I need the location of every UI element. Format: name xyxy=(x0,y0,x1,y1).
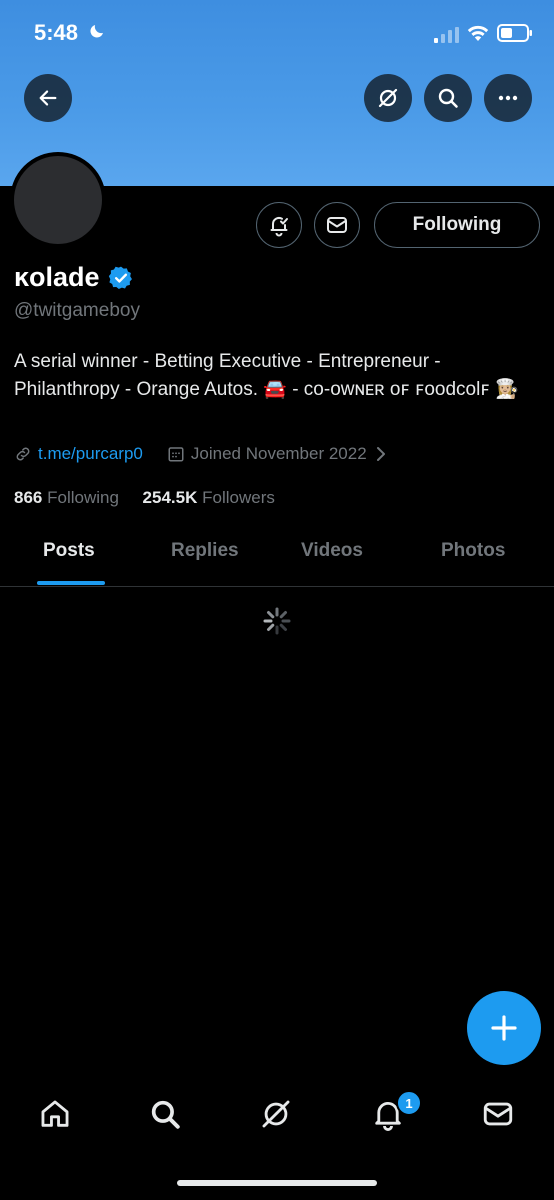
message-button[interactable] xyxy=(314,202,360,248)
active-tab-indicator xyxy=(37,581,105,585)
bio: A serial winner - Betting Executive - En… xyxy=(14,351,519,400)
link-icon xyxy=(16,447,30,461)
tab-replies[interactable]: Replies xyxy=(171,540,239,562)
back-arrow-icon xyxy=(39,90,57,106)
nav-search[interactable] xyxy=(145,1094,185,1134)
followers-count: 254.5K xyxy=(142,488,198,507)
signal-icon xyxy=(434,27,459,43)
bottom-nav: 1 xyxy=(0,1080,554,1150)
nav-grok[interactable] xyxy=(256,1094,296,1134)
joined-date[interactable]: Joined November 2022 xyxy=(191,444,367,464)
avatar[interactable] xyxy=(10,152,106,248)
grok-icon xyxy=(262,1100,290,1128)
profile-link[interactable]: t.me/purcarp0 xyxy=(38,444,143,464)
handle: @twitgameboy xyxy=(14,300,140,321)
moon-icon xyxy=(90,25,103,38)
more-button[interactable] xyxy=(484,74,532,122)
profile-tabs: Posts Replies Videos Photos xyxy=(0,528,554,587)
following-button[interactable]: Following xyxy=(374,202,540,248)
bell-check-icon xyxy=(270,217,288,237)
followers-stat[interactable]: 254.5K Followers xyxy=(143,488,275,507)
tab-posts[interactable]: Posts xyxy=(43,540,95,562)
nav-messages[interactable] xyxy=(478,1094,518,1134)
tab-videos[interactable]: Videos xyxy=(301,540,363,562)
calendar-icon xyxy=(168,447,184,462)
home-icon xyxy=(41,1100,69,1127)
notification-badge: 1 xyxy=(396,1090,422,1116)
verified-badge-icon[interactable] xyxy=(108,265,134,291)
notifications-button[interactable] xyxy=(256,202,302,248)
nav-home[interactable] xyxy=(35,1094,75,1134)
profile-name-row: ĸolade xyxy=(14,262,134,293)
more-icon xyxy=(498,95,518,101)
search-icon xyxy=(151,1100,180,1129)
follow-stats: 866 Following 254.5K Followers xyxy=(14,488,275,508)
back-button[interactable] xyxy=(24,74,72,122)
battery-icon xyxy=(497,24,532,42)
display-name: ĸolade xyxy=(14,262,100,292)
tab-photos[interactable]: Photos xyxy=(441,540,505,562)
status-time: 5:48 xyxy=(34,20,79,45)
grok-button[interactable] xyxy=(364,74,412,122)
envelope-icon xyxy=(327,217,347,233)
loading-spinner-icon xyxy=(263,607,291,635)
following-label: Following xyxy=(47,488,119,507)
search-button[interactable] xyxy=(424,74,472,122)
profile-meta: t.me/purcarp0 Joined November 2022 xyxy=(14,444,387,464)
home-indicator[interactable] xyxy=(177,1180,377,1186)
plus-icon xyxy=(491,1015,517,1041)
compose-button[interactable] xyxy=(467,991,541,1065)
following-count: 866 xyxy=(14,488,43,507)
wifi-icon xyxy=(467,25,489,41)
grok-icon xyxy=(378,88,398,108)
status-bar: 5:48 xyxy=(0,0,554,70)
chevron-right-icon xyxy=(376,447,385,461)
messages-icon xyxy=(483,1102,513,1126)
followers-label: Followers xyxy=(202,488,275,507)
search-icon xyxy=(438,88,458,108)
following-stat[interactable]: 866 Following xyxy=(14,488,119,507)
